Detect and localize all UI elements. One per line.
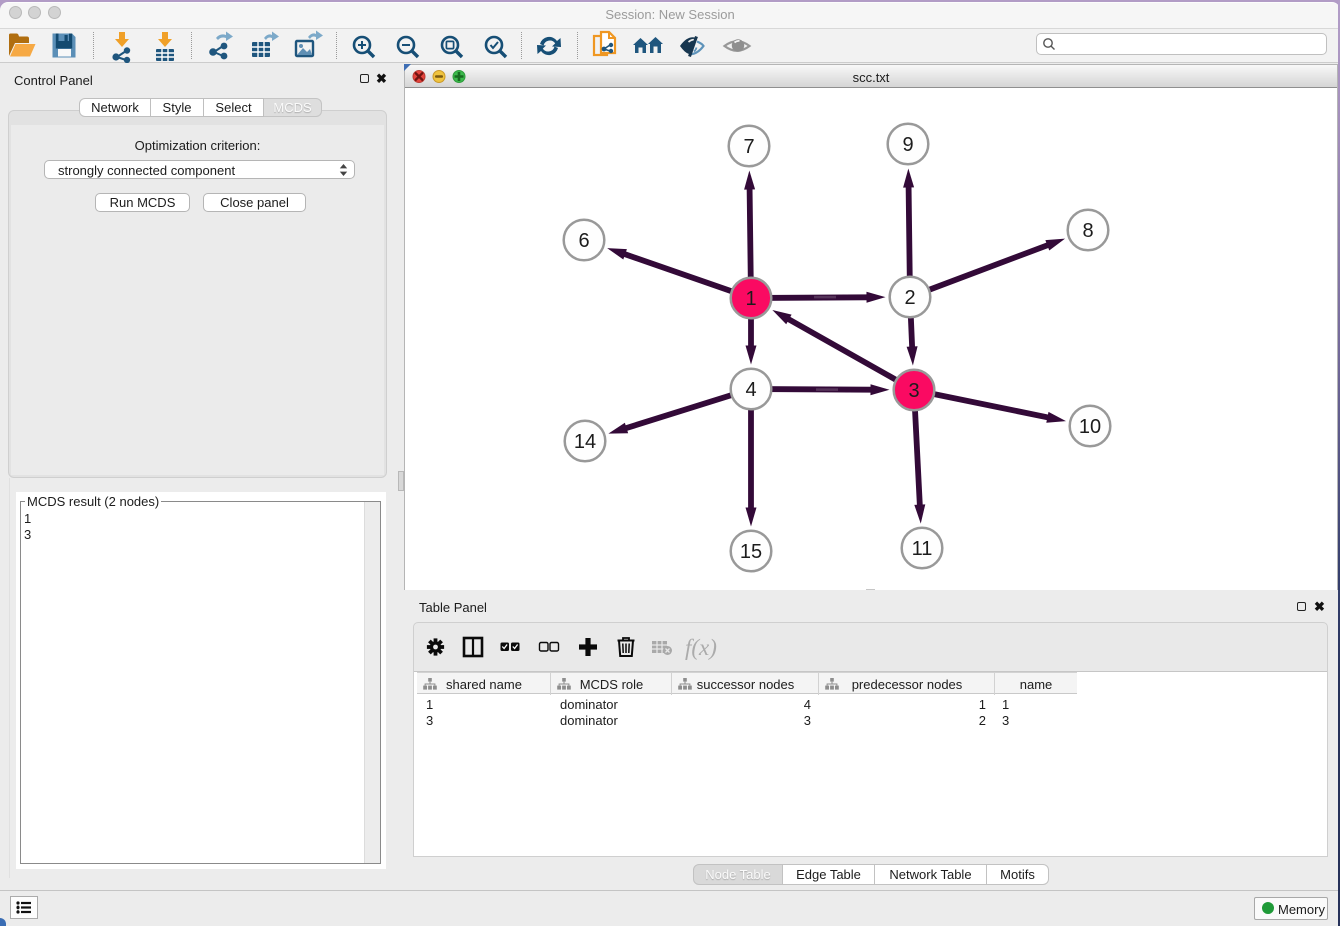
svg-text:6: 6 (578, 230, 589, 252)
svg-text:15: 15 (740, 541, 762, 563)
svg-text:f(x): f(x) (685, 635, 717, 660)
svg-text:2: 2 (904, 287, 915, 309)
svg-text:7: 7 (743, 136, 754, 158)
svg-text:8: 8 (1082, 220, 1093, 242)
svg-text:10: 10 (1079, 416, 1101, 438)
svg-text:4: 4 (745, 379, 756, 401)
svg-text:3: 3 (908, 380, 919, 402)
svg-text:14: 14 (574, 431, 596, 453)
svg-text:1: 1 (745, 288, 756, 310)
svg-text:11: 11 (912, 538, 933, 560)
svg-text:9: 9 (902, 134, 913, 156)
